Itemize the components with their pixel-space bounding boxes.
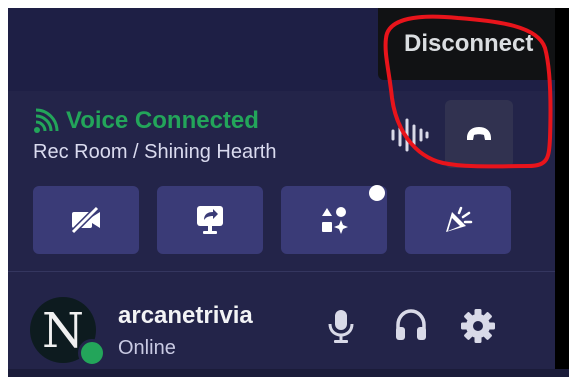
voice-channel-name[interactable]: Rec Room / Shining Hearth: [33, 141, 276, 164]
activities-icon: [322, 207, 348, 234]
username[interactable]: arcanetrivia: [118, 302, 253, 330]
signal-icon: [34, 108, 59, 133]
bottom-edge: [8, 369, 569, 377]
screen-share-icon: [197, 206, 223, 234]
voice-status[interactable]: Voice Connected: [33, 107, 259, 135]
activity-notification-dot: [369, 185, 385, 201]
user-status: Online: [118, 337, 176, 359]
video-off-icon: [70, 205, 100, 235]
screen-share-button[interactable]: [157, 186, 263, 254]
headphones-icon[interactable]: [394, 308, 428, 342]
disconnect-button[interactable]: [445, 100, 513, 168]
soundboard-icon: [446, 206, 473, 232]
noise-suppression-icon[interactable]: [390, 118, 430, 152]
camera-off-button[interactable]: [33, 186, 139, 254]
tooltip-text: Disconnect: [404, 30, 534, 57]
hang-up-icon: [467, 127, 491, 140]
gear-icon[interactable]: [460, 308, 496, 344]
window-edge: [555, 8, 569, 377]
voice-panel-screenshot: Disconnect Voice Connected Rec Room / Sh…: [8, 8, 569, 377]
voice-status-label: Voice Connected: [66, 107, 259, 134]
online-status-indicator: [78, 339, 106, 367]
panel-divider: [8, 271, 555, 272]
soundboard-button[interactable]: [405, 186, 511, 254]
microphone-icon[interactable]: [326, 308, 356, 344]
disconnect-tooltip: Disconnect: [378, 8, 555, 80]
